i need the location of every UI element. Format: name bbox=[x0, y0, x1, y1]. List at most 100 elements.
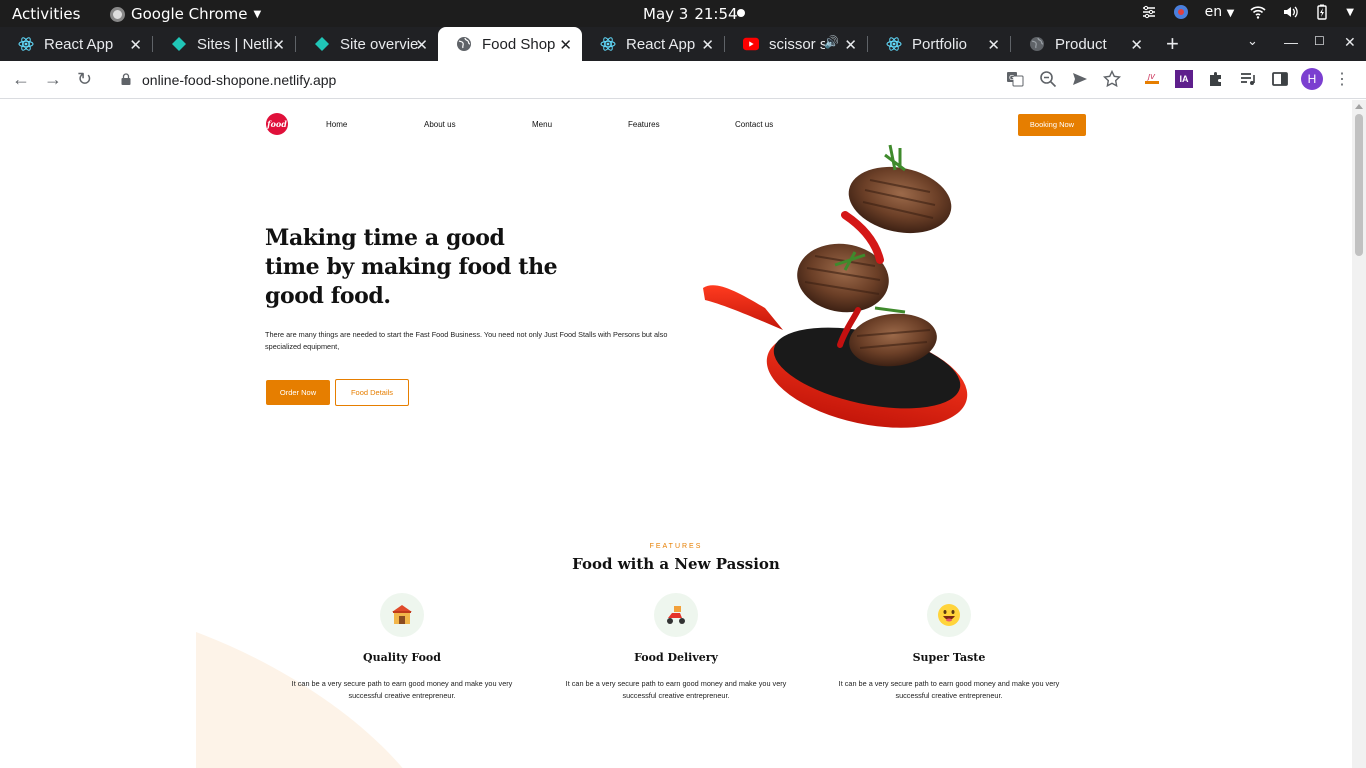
maximize-button[interactable]: ☐ bbox=[1314, 34, 1325, 48]
tab-product[interactable]: Product ✕ bbox=[1011, 27, 1153, 61]
smiley-icon bbox=[938, 604, 960, 626]
tab-site-overview[interactable]: Site overvie ✕ bbox=[296, 27, 438, 61]
netlify-icon bbox=[314, 36, 330, 52]
settings-sliders-icon[interactable] bbox=[1141, 4, 1157, 20]
activities-button[interactable]: Activities bbox=[12, 5, 80, 23]
web-page: food Home About us Menu Features Contact… bbox=[0, 100, 1352, 768]
profile-avatar[interactable]: H bbox=[1301, 68, 1323, 90]
close-icon[interactable]: ✕ bbox=[701, 36, 714, 54]
hero-description: There are many things are needed to star… bbox=[265, 330, 668, 351]
chrome-icon bbox=[110, 6, 125, 22]
extension-icon[interactable]: JV bbox=[1143, 70, 1161, 88]
tab-title: Site overvie bbox=[340, 35, 419, 53]
close-icon[interactable]: ✕ bbox=[844, 36, 857, 54]
youtube-icon bbox=[743, 36, 759, 52]
side-panel-icon[interactable] bbox=[1271, 70, 1289, 88]
tab-title: React App bbox=[626, 35, 696, 53]
close-icon[interactable]: ✕ bbox=[987, 36, 1000, 54]
hero-pan-burger-image bbox=[703, 144, 968, 428]
zoom-icon[interactable] bbox=[1039, 70, 1057, 88]
booking-now-button[interactable]: Booking Now bbox=[1018, 114, 1086, 136]
audio-playing-icon[interactable]: 🔊 bbox=[824, 35, 839, 49]
scrollbar-thumb[interactable] bbox=[1355, 114, 1363, 256]
tab-scissor-video[interactable]: scissor s 🔊 ✕ bbox=[725, 27, 867, 61]
nav-menu[interactable]: Menu bbox=[532, 120, 552, 129]
feature-icon-circle bbox=[927, 593, 971, 637]
clock[interactable]: May 3 21:54 bbox=[643, 5, 738, 23]
translate-icon[interactable]: G bbox=[1006, 70, 1024, 88]
food-logo[interactable]: food bbox=[266, 113, 288, 135]
tab-react-app-2[interactable]: React App ✕ bbox=[582, 27, 724, 61]
address-bar[interactable]: online-food-shopone.netlify.app bbox=[142, 72, 336, 88]
language-indicator[interactable]: en ▼ bbox=[1205, 4, 1235, 20]
wifi-icon[interactable] bbox=[1250, 4, 1266, 20]
feature-icon-circle bbox=[654, 593, 698, 637]
order-now-button[interactable]: Order Now bbox=[266, 380, 330, 405]
caret-down-icon: ▼ bbox=[1346, 6, 1354, 18]
nav-about-us[interactable]: About us bbox=[424, 120, 456, 129]
food-details-button[interactable]: Food Details bbox=[335, 379, 409, 406]
volume-icon[interactable] bbox=[1282, 4, 1299, 20]
nav-home[interactable]: Home bbox=[326, 120, 347, 129]
tab-title: Sites | Netli bbox=[197, 35, 273, 53]
tab-search-chevron-icon[interactable]: ⌄ bbox=[1247, 33, 1258, 49]
battery-icon[interactable] bbox=[1314, 4, 1330, 20]
back-arrow-icon[interactable]: ← bbox=[12, 69, 30, 90]
clock-time: 21:54 bbox=[694, 5, 738, 23]
close-icon[interactable]: ✕ bbox=[1130, 36, 1143, 54]
tab-portfolio[interactable]: Portfolio ✕ bbox=[868, 27, 1010, 61]
tab-food-shop[interactable]: Food Shop ✕ bbox=[438, 27, 582, 61]
feature-description: It can be a very secure path to earn goo… bbox=[838, 679, 1060, 700]
shop-icon bbox=[392, 605, 412, 624]
scooter-icon bbox=[667, 606, 685, 624]
send-icon[interactable] bbox=[1071, 70, 1089, 88]
tab-title: React App bbox=[44, 35, 114, 53]
system-top-bar: Activities Google Chrome ▼ May 3 21:54 e… bbox=[0, 0, 1366, 27]
tab-react-app-1[interactable]: React App ✕ bbox=[0, 27, 152, 61]
new-tab-button[interactable]: + bbox=[1166, 31, 1179, 57]
globe-icon bbox=[1029, 36, 1045, 52]
feature-name: Super Taste bbox=[912, 651, 986, 664]
language-label: en bbox=[1204, 4, 1223, 20]
caret-down-icon: ▼ bbox=[253, 8, 262, 20]
close-icon[interactable]: ✕ bbox=[129, 36, 142, 54]
minimize-button[interactable]: — bbox=[1284, 34, 1298, 50]
reload-icon[interactable]: ↻ bbox=[77, 69, 92, 90]
feature-card-quality-food: Quality Food It can be a very secure pat… bbox=[277, 593, 527, 702]
close-window-button[interactable]: ✕ bbox=[1344, 34, 1356, 51]
ia-extension-icon[interactable]: IA bbox=[1175, 70, 1193, 88]
app-name: Google Chrome bbox=[131, 5, 248, 23]
chrome-indicator-icon[interactable] bbox=[1173, 4, 1189, 20]
feature-name: Quality Food bbox=[363, 651, 441, 664]
close-icon[interactable]: ✕ bbox=[415, 36, 428, 54]
puzzle-extensions-icon[interactable] bbox=[1207, 70, 1225, 88]
bookmark-star-icon[interactable] bbox=[1103, 70, 1121, 88]
system-tray[interactable]: en ▼ ▼ bbox=[1141, 4, 1354, 20]
react-icon bbox=[886, 36, 902, 52]
forward-arrow-icon[interactable]: → bbox=[44, 69, 62, 90]
close-icon[interactable]: ✕ bbox=[272, 36, 285, 54]
feature-description: It can be a very secure path to earn goo… bbox=[291, 679, 513, 700]
feature-description: It can be a very secure path to earn goo… bbox=[565, 679, 787, 700]
page-scrollbar[interactable] bbox=[1352, 100, 1366, 768]
globe-icon bbox=[456, 36, 472, 52]
app-menu[interactable]: Google Chrome ▼ bbox=[110, 5, 261, 23]
feature-card-super-taste: Super Taste It can be a very secure path… bbox=[824, 593, 1074, 702]
tab-title: Food Shop bbox=[482, 35, 556, 53]
caret-down-icon: ▼ bbox=[1226, 8, 1235, 19]
nav-contact-us[interactable]: Contact us bbox=[735, 120, 773, 129]
scroll-up-arrow-icon[interactable] bbox=[1355, 104, 1363, 109]
nav-features[interactable]: Features bbox=[628, 120, 660, 129]
tab-title: Portfolio bbox=[912, 35, 968, 53]
tab-title: Product bbox=[1055, 35, 1107, 53]
tab-strip: React App ✕ Sites | Netli ✕ Site overvie… bbox=[0, 27, 1366, 61]
lock-icon[interactable] bbox=[121, 73, 131, 85]
notification-dot-icon bbox=[737, 9, 745, 17]
close-icon[interactable]: ✕ bbox=[559, 36, 572, 54]
tab-sites-netlify[interactable]: Sites | Netli ✕ bbox=[153, 27, 295, 61]
more-vert-icon[interactable]: ⋮ bbox=[1334, 69, 1350, 89]
tab-title: scissor s bbox=[769, 35, 825, 53]
netlify-icon bbox=[171, 36, 187, 52]
media-queue-icon[interactable] bbox=[1239, 70, 1257, 88]
features-title: Food with a New Passion bbox=[572, 555, 780, 573]
